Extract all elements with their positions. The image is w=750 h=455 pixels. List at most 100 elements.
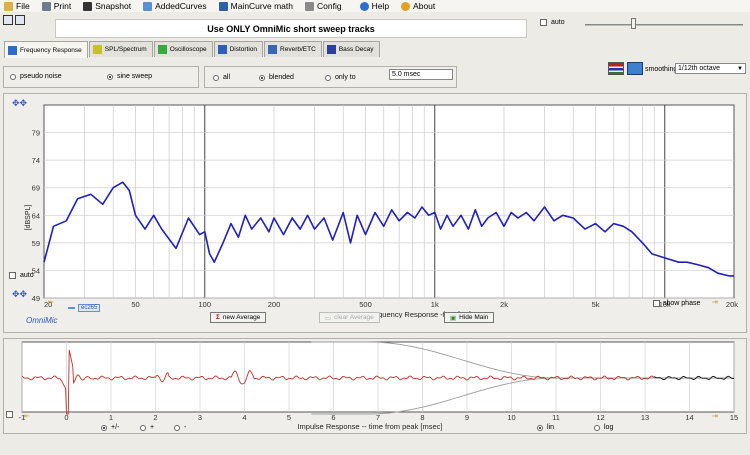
calculator-icon bbox=[218, 1, 228, 11]
gate-time-input[interactable]: 5.0 msec bbox=[389, 69, 453, 80]
legend-swatch bbox=[68, 307, 75, 309]
tab-frequency-response[interactable]: Frequency Response bbox=[4, 41, 88, 58]
impulse-x-tick-label: 12 bbox=[596, 413, 604, 422]
hide-main-button[interactable]: ▣ Hide Main bbox=[444, 312, 495, 323]
impulse-scroll-left-icon: ⇤ bbox=[24, 412, 30, 420]
window-layout-icon[interactable] bbox=[15, 15, 25, 25]
slider-track bbox=[585, 24, 743, 26]
spl-spectrum-icon bbox=[92, 45, 102, 54]
legend-ec265[interactable]: ec265 bbox=[68, 304, 101, 312]
radio-lin[interactable]: lin bbox=[537, 424, 554, 431]
y-tick-label: 64 bbox=[32, 211, 40, 220]
auto-level-checkbox[interactable]: auto bbox=[540, 19, 565, 26]
signal-type-group: pseudo noise sine sweep bbox=[3, 66, 199, 88]
display-options-icon[interactable] bbox=[627, 62, 643, 75]
tab-spl-spectrum[interactable]: SPL/Spectrum bbox=[88, 41, 153, 57]
smoothing-label: smoothing bbox=[645, 66, 678, 73]
status-banner: Use ONLY OmniMic short sweep tracks bbox=[55, 19, 527, 38]
about-icon bbox=[401, 1, 411, 11]
x-tick-label: 50 bbox=[131, 300, 139, 309]
analysis-tabs: Frequency Response SPL/Spectrum Oscillosco… bbox=[4, 41, 381, 58]
radio-polarity-plus[interactable]: + bbox=[140, 424, 154, 431]
plot-area bbox=[43, 104, 735, 299]
impulse-checkbox[interactable] bbox=[6, 411, 13, 420]
show-phase-checkbox[interactable]: show phase bbox=[653, 300, 700, 307]
tab-distortion[interactable]: Distortion bbox=[213, 41, 264, 57]
legend-ec265-label: ec265 bbox=[78, 304, 101, 312]
y-tick-label: 49 bbox=[32, 294, 40, 303]
smoothing-select[interactable]: 1/12th octave ▼ bbox=[675, 63, 746, 74]
y-tick-label: 69 bbox=[32, 184, 40, 193]
oscilloscope-icon bbox=[157, 45, 167, 54]
impulse-x-tick-label: 2 bbox=[153, 413, 157, 422]
impulse-scroll-right-icon: ⇥ bbox=[712, 412, 718, 420]
new-average-button[interactable]: Σnew Average bbox=[210, 312, 267, 323]
chevron-down-icon: ▼ bbox=[737, 66, 743, 72]
x-tick-label: 2k bbox=[500, 300, 508, 309]
x-tick-label: 5k bbox=[592, 300, 600, 309]
impulse-x-tick-label: 14 bbox=[685, 413, 693, 422]
radio-log[interactable]: log bbox=[594, 424, 613, 431]
tab-oscilloscope[interactable]: Oscilloscope bbox=[153, 41, 213, 57]
tab-label: Frequency Response bbox=[20, 46, 82, 54]
hide-icon: ▣ bbox=[450, 314, 457, 322]
folder-icon bbox=[4, 1, 13, 11]
frequency-response-icon bbox=[8, 45, 17, 55]
x-tick-label: 100 bbox=[199, 300, 212, 309]
impulse-x-tick-label: 4 bbox=[242, 413, 246, 422]
impulse-x-tick-label: 1 bbox=[109, 413, 113, 422]
level-slider[interactable] bbox=[585, 18, 743, 29]
radio-all[interactable]: all bbox=[213, 74, 230, 81]
menu-file[interactable]: File bbox=[4, 1, 30, 11]
impulse-x-tick-label: 7 bbox=[376, 413, 380, 422]
menu-snapshot[interactable]: Snapshot bbox=[83, 1, 131, 11]
impulse-x-tick-label: 3 bbox=[198, 413, 202, 422]
impulse-x-tick-label: 9 bbox=[465, 413, 469, 422]
menu-help[interactable]: Help bbox=[359, 1, 389, 11]
tab-label: Reverb/ETC bbox=[280, 46, 316, 53]
scroll-right-icon: ⇥ bbox=[712, 298, 718, 306]
y-tick-label: 74 bbox=[32, 156, 40, 165]
impulse-x-tick-label: 8 bbox=[420, 413, 424, 422]
reverb-icon bbox=[268, 45, 278, 54]
clear-icon: ▭ bbox=[325, 314, 332, 322]
impulse-x-tick-label: 10 bbox=[507, 413, 515, 422]
average-icon: Σ bbox=[216, 314, 220, 321]
tab-label: Oscilloscope bbox=[169, 46, 207, 53]
radio-only-to[interactable]: only to bbox=[325, 74, 356, 81]
radio-blended[interactable]: blended bbox=[259, 74, 294, 81]
printer-icon bbox=[41, 1, 51, 11]
impulse-x-axis-label: Impulse Response -- time from peak [msec… bbox=[297, 422, 442, 431]
impulse-x-tick-label: 11 bbox=[552, 413, 560, 422]
radio-sine-sweep[interactable]: sine sweep bbox=[107, 73, 152, 80]
help-icon bbox=[359, 1, 369, 11]
radio-pseudo-noise[interactable]: pseudo noise bbox=[10, 73, 62, 80]
clear-average-button[interactable]: ▭ clear Average bbox=[319, 312, 380, 323]
menu-maincurve-math[interactable]: MainCurve math bbox=[218, 1, 293, 11]
menu-added-curves[interactable]: AddedCurves bbox=[143, 1, 207, 11]
curves-icon bbox=[143, 1, 153, 11]
tab-label: Bass Decay bbox=[338, 46, 374, 53]
x-tick-label: 500 bbox=[359, 300, 372, 309]
frequency-response-chart: 7974696459544920 50 100 200 500 1k 2k 5k 10k 20kF… bbox=[25, 104, 738, 318]
compact-view-icon[interactable] bbox=[3, 15, 13, 25]
radio-polarity-minus[interactable]: - bbox=[174, 424, 186, 431]
tab-reverb-etc[interactable]: Reverb/ETC bbox=[264, 41, 322, 57]
slider-thumb[interactable] bbox=[631, 18, 636, 29]
bass-decay-icon bbox=[326, 45, 336, 54]
wrench-icon bbox=[304, 1, 314, 11]
impulse-x-tick-label: 5 bbox=[287, 413, 291, 422]
menu-config[interactable]: Config bbox=[304, 1, 342, 11]
y-tick-label: 59 bbox=[32, 239, 40, 248]
flag-icon[interactable] bbox=[608, 62, 624, 75]
tab-bass-decay[interactable]: Bass Decay bbox=[322, 41, 380, 57]
tab-label: SPL/Spectrum bbox=[104, 46, 147, 53]
radio-polarity-both[interactable]: +/- bbox=[101, 424, 119, 431]
menu-bar: File Print Snapshot AddedCurves MainCurv… bbox=[0, 0, 750, 12]
gating-group: all blended only to 5.0 msec bbox=[204, 66, 457, 88]
scroll-left-icon: ⇤ bbox=[48, 298, 54, 306]
menu-about[interactable]: About bbox=[401, 1, 435, 11]
camera-icon bbox=[83, 1, 93, 11]
menu-print[interactable]: Print bbox=[41, 1, 71, 11]
impulse-response-chart: -1 0 1 2 3 4 5 6 7 8 9 10 11 12 13 14 15Impulse Response… bbox=[19, 341, 738, 431]
